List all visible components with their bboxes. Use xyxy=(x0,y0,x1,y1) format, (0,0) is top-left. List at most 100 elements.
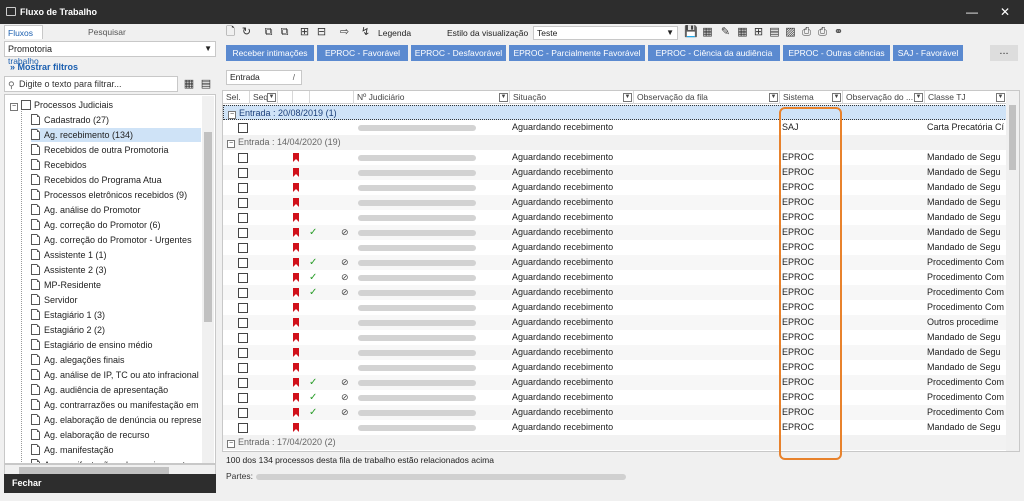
tree-item[interactable]: Ag. correção do Promotor (6) xyxy=(31,218,201,232)
more-actions-button[interactable]: ... xyxy=(990,45,1018,61)
table-row[interactable]: Aguardando recebimento EPROC Mandado de Se… xyxy=(223,150,1007,165)
action-button[interactable]: EPROC - Favorável xyxy=(317,45,408,61)
edit-icon[interactable]: ✎ xyxy=(719,26,732,39)
row-checkbox[interactable] xyxy=(238,213,248,223)
tree-item[interactable]: MP-Residente xyxy=(31,278,201,292)
table-row[interactable]: Aguardando recebimento EPROC Outros proced… xyxy=(223,315,1007,330)
row-checkbox[interactable] xyxy=(238,423,248,433)
group-row[interactable]: − Entrada : 20/08/2019 (1) xyxy=(223,105,1007,120)
column-filter-icon[interactable]: ▼ xyxy=(832,93,841,102)
tree-item[interactable]: Recebidos de outra Promotoria xyxy=(31,143,201,157)
row-checkbox[interactable] xyxy=(238,243,248,253)
table-row[interactable]: Aguardando recebimento EPROC Mandado de Se… xyxy=(223,195,1007,210)
table-row[interactable]: ✓ ⊘ Aguardando recebimento EPROC Procediment… xyxy=(223,405,1007,420)
grid-scrollbar[interactable] xyxy=(1006,91,1019,451)
column-filter-icon[interactable]: ▼ xyxy=(623,93,632,102)
column-header[interactable]: Classe TJ ▼ xyxy=(925,91,1007,104)
tree-options-icon[interactable]: ▦ xyxy=(182,77,196,91)
collapse-icon[interactable]: − xyxy=(227,140,235,148)
row-checkbox[interactable] xyxy=(238,318,248,328)
promotoria-select[interactable]: Promotoria ▼ xyxy=(4,41,216,57)
new-icon[interactable]: 🗋 xyxy=(224,26,237,39)
table-row[interactable]: ✓ ⊘ Aguardando recebimento EPROC Procediment… xyxy=(223,375,1007,390)
action-button[interactable]: EPROC - Desfavorável xyxy=(411,45,506,61)
tree-item[interactable]: Processos eletrônicos recebidos (9) xyxy=(31,188,201,202)
table-row[interactable]: ✓ ⊘ Aguardando recebimento EPROC Procediment… xyxy=(223,285,1007,300)
table-row[interactable]: Aguardando recebimento EPROC Mandado de Se… xyxy=(223,360,1007,375)
save-icon[interactable]: 💾 xyxy=(684,26,698,39)
table-row[interactable]: ✓ ⊘ Aguardando recebimento EPROC Mandado de … xyxy=(223,225,1007,240)
tree-item[interactable]: Ag. recebimento (134) xyxy=(31,128,201,142)
tree-item[interactable]: Ag. análise de IP, TC ou ato infracional xyxy=(31,368,201,382)
move-icon[interactable]: ⊞ xyxy=(298,26,311,39)
row-checkbox[interactable] xyxy=(238,333,248,343)
group-row[interactable]: − Entrada : 14/04/2020 (19) xyxy=(223,135,1007,150)
close-button[interactable]: Fechar xyxy=(4,474,216,493)
tree-item[interactable]: Ag. correção do Promotor - Urgentes xyxy=(31,233,201,247)
column-filter-icon[interactable]: ▼ xyxy=(914,93,923,102)
table-row[interactable]: Aguardando recebimento EPROC Mandado de Se… xyxy=(223,330,1007,345)
column-header[interactable]: Observação do ... ▼ xyxy=(843,91,925,104)
show-filters-link[interactable]: » Mostrar filtros xyxy=(10,62,78,72)
filter-input[interactable]: ⚲ Digite o texto para filtrar... xyxy=(4,76,178,92)
collapse-icon[interactable]: − xyxy=(227,440,235,448)
tree-item[interactable]: Ag. manifestação xyxy=(31,443,201,457)
close-window-icon[interactable]: ✕ xyxy=(990,0,1020,24)
group-by-chip[interactable]: Entrada / xyxy=(226,70,302,85)
column-filter-icon[interactable]: ▼ xyxy=(267,93,276,102)
column-header[interactable] xyxy=(278,91,293,104)
tree-item[interactable]: Ag. análise do Promotor xyxy=(31,203,201,217)
style-select[interactable]: Teste ▼ xyxy=(533,26,678,40)
legend-label[interactable]: Legenda xyxy=(378,28,411,38)
action-button[interactable]: SAJ - Favorável xyxy=(893,45,963,61)
row-checkbox[interactable] xyxy=(238,378,248,388)
table-row[interactable]: Aguardando recebimento EPROC Mandado de Se… xyxy=(223,180,1007,195)
tree-item[interactable]: Estagiário de ensino médio xyxy=(31,338,201,352)
row-checkbox[interactable] xyxy=(238,273,248,283)
copy-icon[interactable]: ⧉ xyxy=(262,26,275,39)
link-icon[interactable]: ⚭ xyxy=(832,26,845,39)
tree-scrollbar[interactable] xyxy=(202,96,214,463)
action-button[interactable]: EPROC - Parcialmente Favorável xyxy=(509,45,645,61)
tree-item[interactable]: Recebidos do Programa Atua xyxy=(31,173,201,187)
tree-item[interactable]: Ag. elaboração de denúncia ou represe xyxy=(31,413,201,427)
filter-icon[interactable]: ⊞ xyxy=(752,26,765,39)
table-row[interactable]: Aguardando recebimento EPROC Mandado de Se… xyxy=(223,165,1007,180)
table-row[interactable]: Aguardando recebimento EPROC Mandado de Se… xyxy=(223,240,1007,255)
column-filter-icon[interactable]: ▼ xyxy=(499,93,508,102)
print-preview-icon[interactable]: ⎙ xyxy=(800,26,813,39)
tree-item[interactable]: Cadastrado (27) xyxy=(31,113,201,127)
forward-icon[interactable]: ⇨ xyxy=(338,26,351,39)
table-row[interactable]: ✓ ⊘ Aguardando recebimento EPROC Procediment… xyxy=(223,270,1007,285)
tree-item[interactable]: Ag. audiência de apresentação xyxy=(31,383,201,397)
remove-group-icon[interactable]: / xyxy=(293,71,295,84)
tree-item[interactable]: Ag. contrarrazões ou manifestação em xyxy=(31,398,201,412)
row-checkbox[interactable] xyxy=(238,168,248,178)
row-checkbox[interactable] xyxy=(238,363,248,373)
export-icon[interactable]: ▤ xyxy=(768,26,781,39)
row-checkbox[interactable] xyxy=(238,258,248,268)
columns-icon[interactable]: ▦ xyxy=(701,26,714,39)
tree-root[interactable]: − Processos Judiciais xyxy=(10,98,113,112)
table-row[interactable]: Aguardando recebimento SAJ Carta Precatóri… xyxy=(223,120,1007,135)
row-checkbox[interactable] xyxy=(238,393,248,403)
print-icon[interactable]: ⎙ xyxy=(816,26,829,39)
refresh-icon[interactable]: ↻ xyxy=(240,26,253,39)
tree-item[interactable]: Recebidos xyxy=(31,158,201,172)
collapse-icon[interactable]: − xyxy=(10,103,18,111)
collapse-icon[interactable]: − xyxy=(228,111,236,119)
column-header[interactable]: Nº Judiciário ▼ xyxy=(354,91,510,104)
minimize-icon[interactable]: — xyxy=(957,0,987,24)
group-row[interactable]: − Entrada : 17/04/2020 (2) xyxy=(223,435,1007,450)
action-button[interactable]: EPROC - Ciência da audiência xyxy=(648,45,780,61)
table-row[interactable]: Aguardando recebimento EPROC Mandado de Se… xyxy=(223,420,1007,435)
layout-icon[interactable]: ▨ xyxy=(784,26,797,39)
row-checkbox[interactable] xyxy=(238,123,248,133)
tree-item[interactable]: Estagiário 2 (2) xyxy=(31,323,201,337)
tab-fluxos[interactable]: Fluxos de trabalho xyxy=(4,25,43,66)
tree-layout-icon[interactable]: ▤ xyxy=(199,77,213,91)
row-checkbox[interactable] xyxy=(238,348,248,358)
tree-item[interactable]: Ag. alegações finais xyxy=(31,353,201,367)
grid-icon[interactable]: ▦ xyxy=(736,26,749,39)
column-header[interactable] xyxy=(310,91,354,104)
